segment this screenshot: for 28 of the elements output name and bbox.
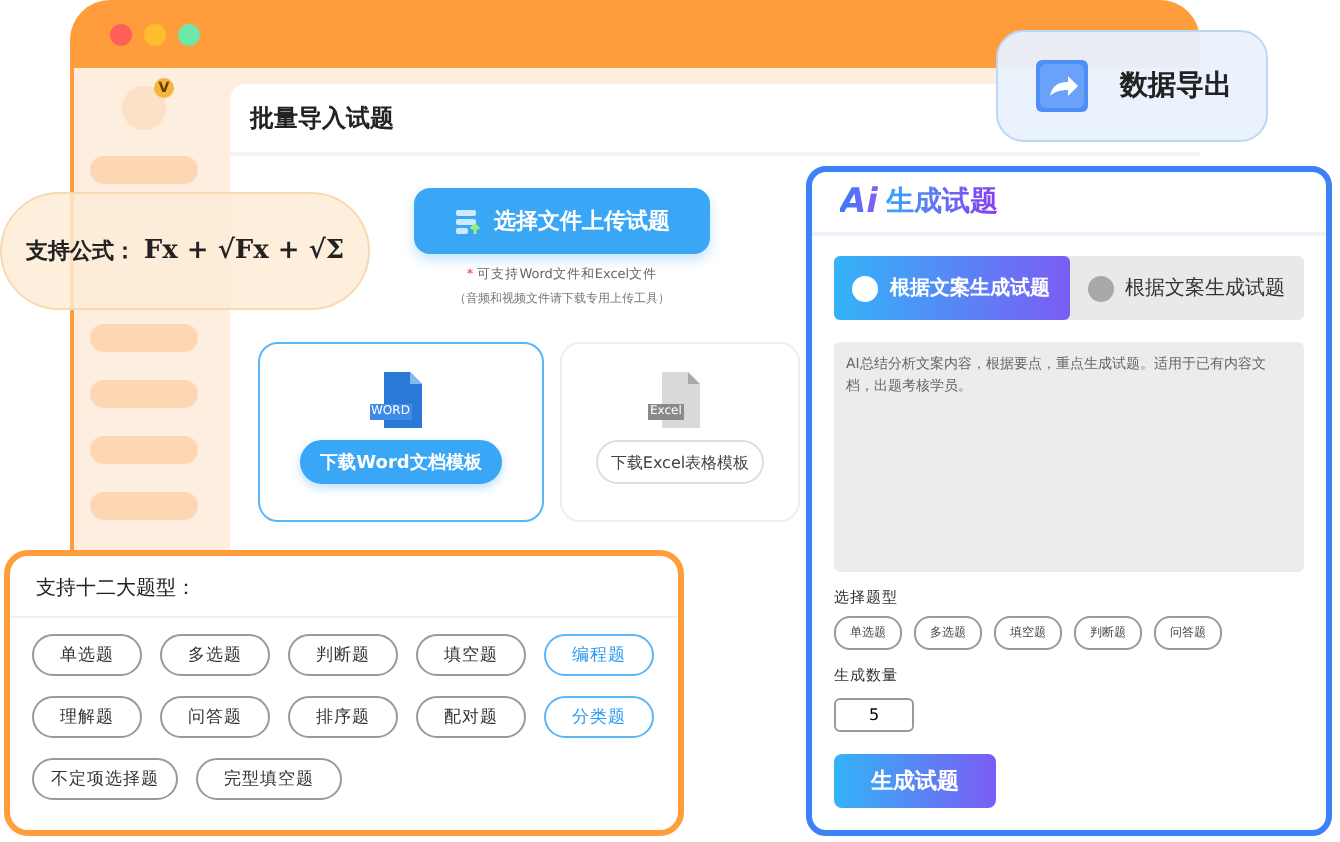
export-badge[interactable]: 数据导出	[996, 30, 1268, 142]
sidebar-item[interactable]	[90, 156, 198, 184]
question-type-chip[interactable]: 理解题	[32, 696, 142, 738]
generate-button[interactable]: 生成试题	[834, 754, 996, 808]
sidebar-item[interactable]	[90, 436, 198, 464]
maximize-dot-icon[interactable]	[178, 23, 200, 45]
sidebar-item[interactable]	[90, 324, 198, 352]
card-title: 支持十二大题型：	[10, 556, 678, 618]
question-type-chip[interactable]: 单选题	[32, 634, 142, 676]
question-type-chip[interactable]: 不定项选择题	[32, 758, 178, 800]
count-input[interactable]: 5	[834, 698, 914, 732]
mode-tab[interactable]: 根据文案生成试题	[1069, 256, 1304, 320]
question-type-chip[interactable]: 配对题	[416, 696, 526, 738]
formula-label: 支持公式：	[25, 236, 136, 266]
close-dot-icon[interactable]	[110, 23, 132, 45]
question-type-chip[interactable]: 问答题	[160, 696, 270, 738]
sidebar-item[interactable]	[90, 380, 198, 408]
question-type-chip[interactable]: 填空题	[416, 634, 526, 676]
question-type-chip[interactable]: 判断题	[288, 634, 398, 676]
sidebar-item[interactable]	[90, 492, 198, 520]
panel-title: 生成试题	[885, 184, 998, 220]
formula-text: Fx + √Fx + √Σ	[143, 236, 345, 266]
upload-file-icon	[454, 207, 482, 235]
minimize-dot-icon[interactable]	[144, 23, 166, 45]
download-template-button[interactable]: 下载Excel表格模板	[596, 440, 764, 484]
question-type-chip[interactable]: 完型填空题	[196, 758, 342, 800]
question-type-chip[interactable]: 多选题	[160, 634, 270, 676]
question-type-chip[interactable]: 排序题	[288, 696, 398, 738]
